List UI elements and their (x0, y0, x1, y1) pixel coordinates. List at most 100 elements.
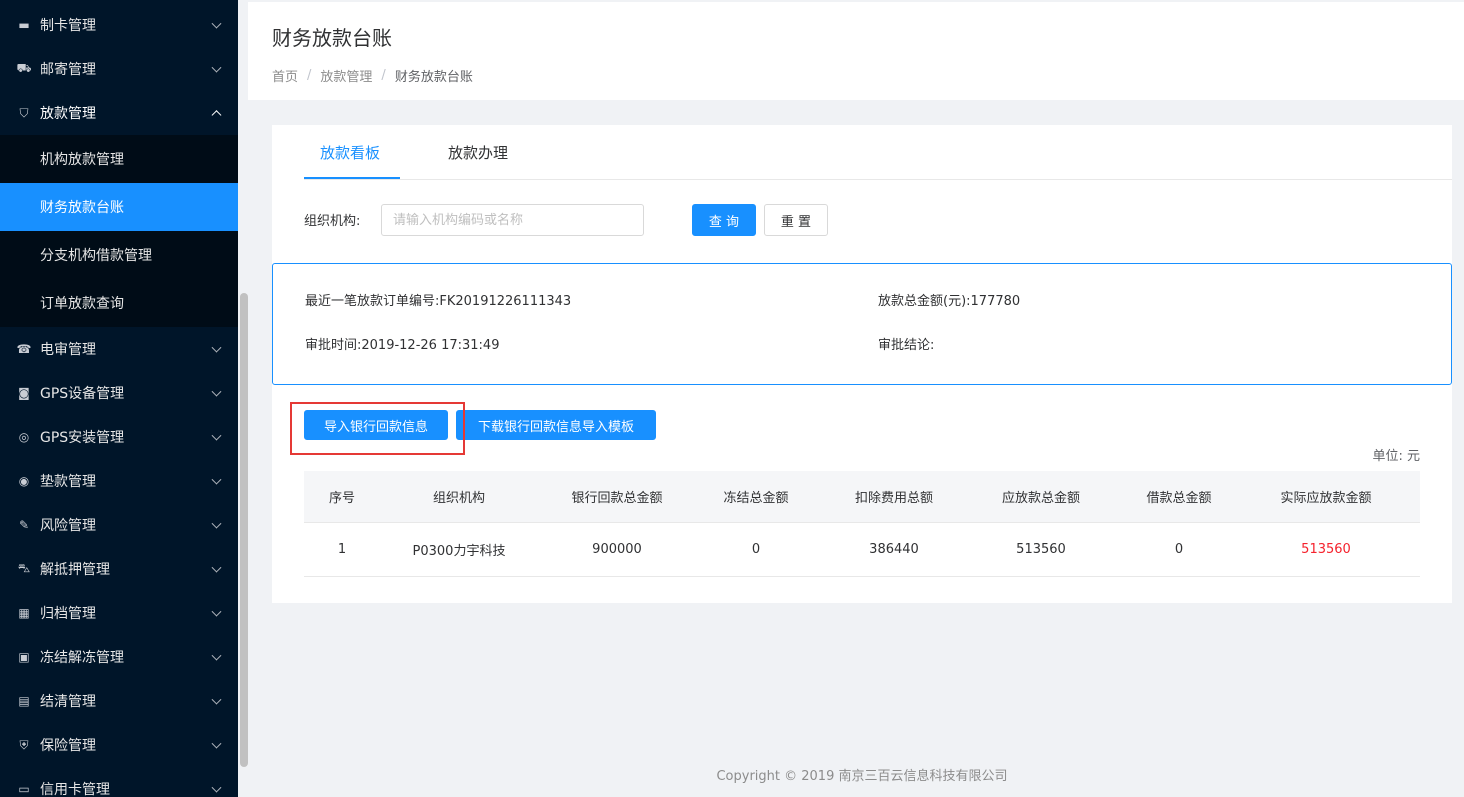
table-header-cell: 应放款总金额 (1001, 491, 1080, 506)
breadcrumb-separator: / (381, 68, 386, 83)
car-icon: ⛍ (17, 561, 31, 575)
table-row: 1 P0300力宇科技 900000 0 386440 513560 0 513… (304, 523, 1420, 577)
table-header-cell: 扣除费用总额 (854, 491, 933, 506)
sidebar-item-phone-review[interactable]: ☎ 电审管理 (0, 327, 238, 371)
sidebar-item-label: 制卡管理 (40, 18, 96, 34)
sidebar-item-label: 保险管理 (40, 738, 96, 754)
chevron-down-icon (211, 738, 222, 749)
chevron-up-icon (211, 110, 222, 121)
shield-icon: ⛨ (19, 737, 29, 752)
page-title: 财务放款台账 (272, 26, 392, 50)
sidebar-subitem-org-loan[interactable]: 机构放款管理 (0, 135, 238, 183)
total-amount-value: 177780 (970, 294, 1021, 309)
total-amount-info: 放款总金额(元):177780 (878, 290, 1020, 309)
approve-time-info: 审批时间:2019-12-26 17:31:49 (305, 334, 499, 353)
sidebar-item-freeze[interactable]: ▣ 冻结解冻管理 (0, 635, 238, 679)
sidebar-subitem-label: 机构放款管理 (40, 152, 124, 168)
phone-icon: ☎ (16, 342, 32, 356)
table-cell: 0 (751, 542, 761, 557)
download-template-button[interactable]: 下载银行回款信息导入模板 (456, 410, 656, 440)
table-cell: 0 (1174, 542, 1184, 557)
highlight-annotation-box (290, 402, 465, 455)
image-icon: ▣ (18, 650, 30, 664)
sidebar-item-insurance[interactable]: ⛨ 保险管理 (0, 723, 238, 767)
approve-conclusion-label: 审批结论: (878, 338, 935, 353)
sidebar-subitem-label: 分支机构借款管理 (40, 248, 152, 264)
sidebar-subitem-label: 财务放款台账 (40, 200, 124, 216)
loan-submenu: 机构放款管理 财务放款台账 分支机构借款管理 订单放款查询 (0, 135, 238, 327)
loan-icon: ⛉ (19, 105, 29, 120)
query-button[interactable]: 查 询 (692, 204, 756, 236)
table-cell: P0300力宇科技 (412, 544, 506, 559)
sidebar-item-card[interactable]: ▬ 制卡管理 (0, 3, 238, 47)
target-icon: ◎ (18, 430, 30, 444)
chevron-down-icon (211, 386, 222, 397)
breadcrumb-home[interactable]: 首页 (272, 66, 298, 85)
chevron-down-icon (211, 518, 222, 529)
loan-summary-box: 最近一笔放款订单编号:FK20191226111343 放款总金额(元):177… (272, 263, 1452, 385)
archive-icon: ▦ (18, 606, 30, 620)
table-header-cell: 组织机构 (432, 491, 485, 506)
unit-label: 单位: 元 (1372, 449, 1420, 464)
page-header: 财务放款台账 首页 / 放款管理 / 财务放款台账 (248, 0, 1464, 100)
coin-icon: ◉ (18, 474, 30, 488)
chevron-down-icon (211, 562, 222, 573)
sidebar: ▬ 制卡管理 ⛟ 邮寄管理 ⛉ 放款管理 机构放款管理 财务放款台账 分支机构借… (0, 0, 238, 797)
sidebar-item-advance[interactable]: ◉ 垫款管理 (0, 459, 238, 503)
sidebar-item-label: 垫款管理 (40, 474, 96, 490)
chevron-down-icon (211, 606, 222, 617)
approve-time-value: 2019-12-26 17:31:49 (361, 338, 500, 353)
table-header-cell: 借款总金额 (1146, 491, 1212, 506)
ledger-table: 序号 组织机构 银行回款总金额 冻结总金额 扣除费用总额 应放款总金额 借款总金… (304, 471, 1420, 577)
card-icon: ▬ (18, 18, 30, 32)
table-cell: 1 (337, 542, 347, 557)
sidebar-item-label: 放款管理 (40, 106, 96, 122)
truck-icon: ⛟ (16, 61, 32, 75)
settle-icon: ▤ (18, 694, 30, 708)
table-header-row: 序号 组织机构 银行回款总金额 冻结总金额 扣除费用总额 应放款总金额 借款总金… (304, 471, 1420, 523)
sidebar-item-release-mortgage[interactable]: ⛍ 解抵押管理 (0, 547, 238, 591)
table-header-cell: 银行回款总金额 (571, 491, 663, 506)
sidebar-item-settle[interactable]: ▤ 结清管理 (0, 679, 238, 723)
sidebar-subitem-order-loan-query[interactable]: 订单放款查询 (0, 279, 238, 327)
sidebar-item-label: 电审管理 (40, 342, 96, 358)
tab-loan-dashboard[interactable]: 放款看板 (320, 125, 380, 180)
table-header-cell: 序号 (328, 491, 355, 506)
sidebar-item-gps-install[interactable]: ◎ GPS安装管理 (0, 415, 238, 459)
breadcrumb-loan-management[interactable]: 放款管理 (320, 66, 372, 85)
chevron-down-icon (211, 18, 222, 29)
table-cell-actual-amount: 513560 (1301, 542, 1351, 557)
sidebar-item-archive[interactable]: ▦ 归档管理 (0, 591, 238, 635)
sidebar-subitem-finance-ledger[interactable]: 财务放款台账 (0, 183, 238, 231)
sidebar-subitem-branch-borrow[interactable]: 分支机构借款管理 (0, 231, 238, 279)
sidebar-item-label: 风险管理 (40, 518, 96, 534)
sidebar-item-label: 信用卡管理 (40, 782, 110, 797)
approve-time-label: 审批时间: (305, 338, 362, 353)
total-amount-label: 放款总金额(元): (878, 294, 971, 309)
sidebar-item-credit-card[interactable]: ▭ 信用卡管理 (0, 767, 238, 797)
risk-icon: ✎ (18, 518, 30, 532)
chevron-down-icon (211, 694, 222, 705)
org-search-input[interactable] (381, 204, 644, 236)
org-filter-label: 组织机构: (304, 214, 361, 229)
sidebar-item-risk[interactable]: ✎ 风险管理 (0, 503, 238, 547)
chevron-down-icon (211, 782, 222, 793)
breadcrumb: 首页 / 放款管理 / 财务放款台账 (272, 66, 473, 85)
approve-conclusion-info: 审批结论: (878, 334, 934, 353)
sidebar-scrollbar-thumb[interactable] (240, 293, 248, 767)
credit-card-icon: ▭ (18, 782, 30, 796)
reset-button[interactable]: 重 置 (764, 204, 828, 236)
sidebar-item-mail[interactable]: ⛟ 邮寄管理 (0, 47, 238, 91)
sidebar-item-loan[interactable]: ⛉ 放款管理 (0, 91, 238, 135)
table-header-cell: 实际应放款金额 (1280, 491, 1372, 506)
sidebar-item-label: 解抵押管理 (40, 562, 110, 578)
sidebar-item-label: GPS设备管理 (40, 386, 125, 402)
table-header-cell: 冻结总金额 (723, 491, 789, 506)
gps-device-icon: ◙ (18, 386, 30, 400)
tab-loan-processing[interactable]: 放款办理 (448, 125, 508, 180)
sidebar-item-gps-device[interactable]: ◙ GPS设备管理 (0, 371, 238, 415)
chevron-down-icon (211, 474, 222, 485)
sidebar-subitem-label: 订单放款查询 (40, 296, 124, 312)
sidebar-item-label: 冻结解冻管理 (40, 650, 124, 666)
chevron-down-icon (211, 62, 222, 73)
